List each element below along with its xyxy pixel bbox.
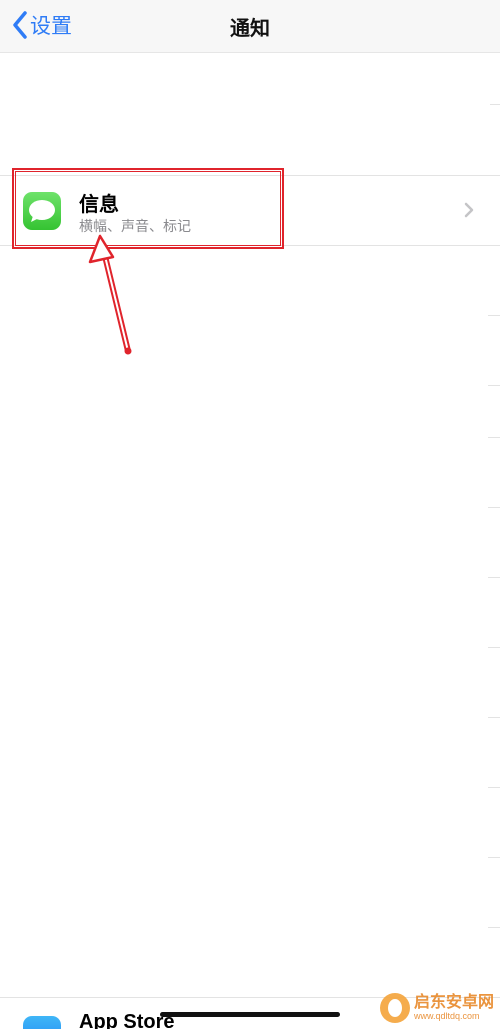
divider	[490, 104, 500, 105]
home-indicator[interactable]	[160, 1012, 340, 1017]
page-title: 通知	[230, 18, 270, 40]
app-store-icon	[23, 1016, 61, 1029]
watermark: 启东安卓网 www.qdltdq.com	[379, 990, 494, 1026]
watermark-logo-icon	[379, 993, 410, 1023]
divider	[488, 717, 500, 718]
watermark-name: 启东安卓网	[413, 993, 494, 1011]
divider	[488, 315, 500, 316]
annotation-arrow	[88, 234, 132, 355]
chevron-right-icon	[464, 202, 474, 218]
divider	[488, 787, 500, 788]
divider	[488, 437, 500, 438]
row-subtitle: 横幅、声音、标记	[79, 218, 191, 234]
divider	[488, 385, 500, 386]
divider	[488, 647, 500, 648]
messages-icon	[23, 192, 61, 230]
divider	[488, 577, 500, 578]
messages-notification-row[interactable]: 信息 横幅、声音、标记	[0, 175, 500, 246]
divider	[488, 507, 500, 508]
watermark-url: www.qdltdq.com	[413, 1010, 480, 1021]
divider	[488, 857, 500, 858]
row-title: 信息	[79, 194, 119, 216]
divider	[488, 927, 500, 928]
navigation-bar: 设置 通知	[0, 0, 500, 53]
